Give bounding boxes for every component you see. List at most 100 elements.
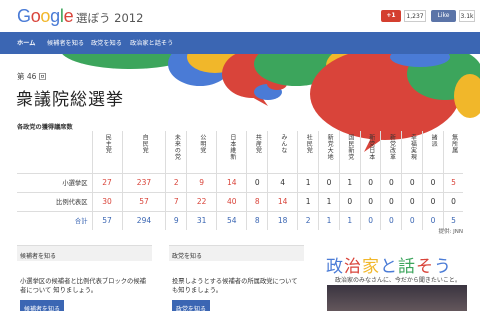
table-cell: 0 (359, 172, 381, 192)
row-label: 合計 (17, 210, 92, 230)
table-row: 比例代表区 30 57 7 22 40 8 14 1 1 0 0 0 0 0 0 (17, 191, 463, 211)
table-cell: 27 (91, 172, 123, 192)
table-cell: 54 (216, 210, 247, 230)
nav-parties[interactable]: 政党を知る (91, 38, 122, 47)
table-cell: 18 (267, 210, 298, 230)
promo-photo (327, 285, 467, 311)
party-header: みんな (267, 131, 298, 173)
table-cell: 4 (267, 172, 298, 192)
row-label: 小選挙区 (17, 172, 92, 192)
facebook-like-button[interactable]: Like (431, 10, 456, 22)
table-cell: 7 (165, 191, 187, 211)
table-cell: 14 (216, 172, 247, 192)
party-header: 共産党 (246, 131, 268, 173)
table-cell: 1 (338, 210, 361, 230)
table-cell: 0 (380, 172, 402, 192)
talk-to-politicians-promo[interactable]: 政治家と話そう 政治家のみなさんに、今だから聞きたいこと。 (307, 245, 480, 311)
google-logo[interactable]: Google (17, 6, 74, 27)
table-cell: 40 (216, 191, 247, 211)
table-cell: 14 (267, 191, 298, 211)
table-cell: 30 (91, 191, 123, 211)
promo-char: 家 (362, 257, 380, 277)
table-cell: 0 (442, 191, 463, 211)
table-cell: 1 (338, 172, 361, 192)
facebook-like-count: 3.1k (459, 10, 475, 22)
party-header: 未来の党 (165, 131, 187, 173)
table-cell: 9 (186, 172, 217, 192)
table-cell: 1 (318, 210, 340, 230)
table-cell: 0 (422, 191, 444, 211)
table-total-row: 合計 57 294 9 31 54 8 18 2 1 1 0 0 0 0 5 (17, 210, 463, 230)
table-cell: 8 (246, 191, 268, 211)
table-cell: 0 (380, 210, 402, 230)
logo-letter: e (63, 6, 74, 26)
party-header: 新党日本 (359, 131, 381, 173)
table-cell: 0 (359, 210, 381, 230)
table-cell: 1 (318, 191, 340, 211)
nav-talk-politicians[interactable]: 政治家と話そう (130, 38, 173, 47)
nav-candidates[interactable]: 候補者を知る (47, 38, 84, 47)
table-cell: 22 (186, 191, 217, 211)
parties-button[interactable]: 政党を知る (172, 300, 211, 311)
party-header: 新党改革 (380, 131, 402, 173)
party-header: 自民党 (121, 131, 166, 173)
gplus-button[interactable]: +1 (381, 10, 401, 22)
page-title: 衆議院総選挙 (16, 90, 124, 110)
card-header: 候補者を知る (17, 245, 152, 261)
table-cell: 0 (401, 191, 423, 211)
promo-char: と (380, 257, 398, 277)
table-cell: 31 (186, 210, 217, 230)
party-header: 新党大地 (318, 131, 340, 173)
party-header: 公明党 (186, 131, 217, 173)
logo-letter: o (40, 6, 51, 26)
promo-char: う (434, 257, 452, 277)
table-cell: 9 (165, 210, 187, 230)
table-title: 各政党の獲得議席数 (17, 124, 73, 131)
row-label: 比例代表区 (17, 191, 92, 211)
app-title: 選ぼう 2012 (76, 11, 144, 25)
page: Google 選ぼう 2012 +1 1,237 Like 3.1k ホーム 候… (0, 0, 480, 311)
table-cell: 8 (246, 210, 268, 230)
table-cell: 294 (121, 210, 166, 230)
party-header: 社民党 (297, 131, 319, 173)
logo-letter: o (30, 6, 41, 26)
table-row: 小選挙区 27 237 2 9 14 0 4 1 0 1 0 0 0 0 5 (17, 172, 463, 192)
table-cell: 0 (422, 172, 444, 192)
party-header: 日本維新 (216, 131, 247, 173)
table-cell: 2 (165, 172, 187, 192)
table-cell: 5 (442, 172, 463, 192)
edition-label: 第 46 回 (17, 72, 47, 81)
promo-char: 政 (326, 257, 344, 277)
source-credit: 提供: JNN (438, 229, 463, 235)
promo-subtitle: 政治家のみなさんに、今だから聞きたいこと。 (335, 277, 461, 284)
party-header: 無所属 (442, 131, 463, 173)
candidates-button[interactable]: 候補者を知る (20, 300, 65, 311)
table-cell: 0 (401, 172, 423, 192)
table-cell: 0 (246, 172, 268, 192)
card-body: 小選挙区の候補者と比例代表ブロックの候補者について 知りましょう。 (20, 278, 146, 294)
gplus-count: 1,237 (404, 10, 426, 22)
table-cell: 1 (297, 191, 319, 211)
table-cell: 0 (338, 191, 361, 211)
parties-card: 政党を知る 投票しようとする候補者の所属政党についても知りましょう。 政党を知る (169, 245, 304, 311)
party-header: 国民新党 (338, 131, 361, 173)
promo-char: 治 (344, 257, 362, 277)
logo-letter: g (50, 6, 60, 26)
nav-home[interactable]: ホーム (17, 38, 35, 47)
candidates-card: 候補者を知る 小選挙区の候補者と比例代表ブロックの候補者について 知りましょう。… (17, 245, 152, 311)
table-cell: 0 (401, 210, 423, 230)
table-corner (17, 131, 92, 173)
party-header: 諸派 (422, 131, 444, 173)
seat-table: 民主党 自民党 未来の党 公明党 日本維新 共産党 みんな 社民党 新党大地 国… (17, 131, 463, 230)
table-cell: 57 (121, 191, 166, 211)
card-body: 投票しようとする候補者の所属政党についても知りましょう。 (172, 278, 298, 294)
table-cell: 0 (318, 172, 340, 192)
table-cell: 1 (297, 172, 319, 192)
promo-char: 話 (398, 257, 416, 277)
top-bar: Google 選ぼう 2012 +1 1,237 Like 3.1k (0, 0, 480, 32)
card-header: 政党を知る (169, 245, 304, 261)
table-header-row: 民主党 自民党 未来の党 公明党 日本維新 共産党 みんな 社民党 新党大地 国… (17, 131, 463, 173)
table-cell: 237 (121, 172, 166, 192)
table-cell: 2 (297, 210, 319, 230)
table-cell: 0 (359, 191, 381, 211)
